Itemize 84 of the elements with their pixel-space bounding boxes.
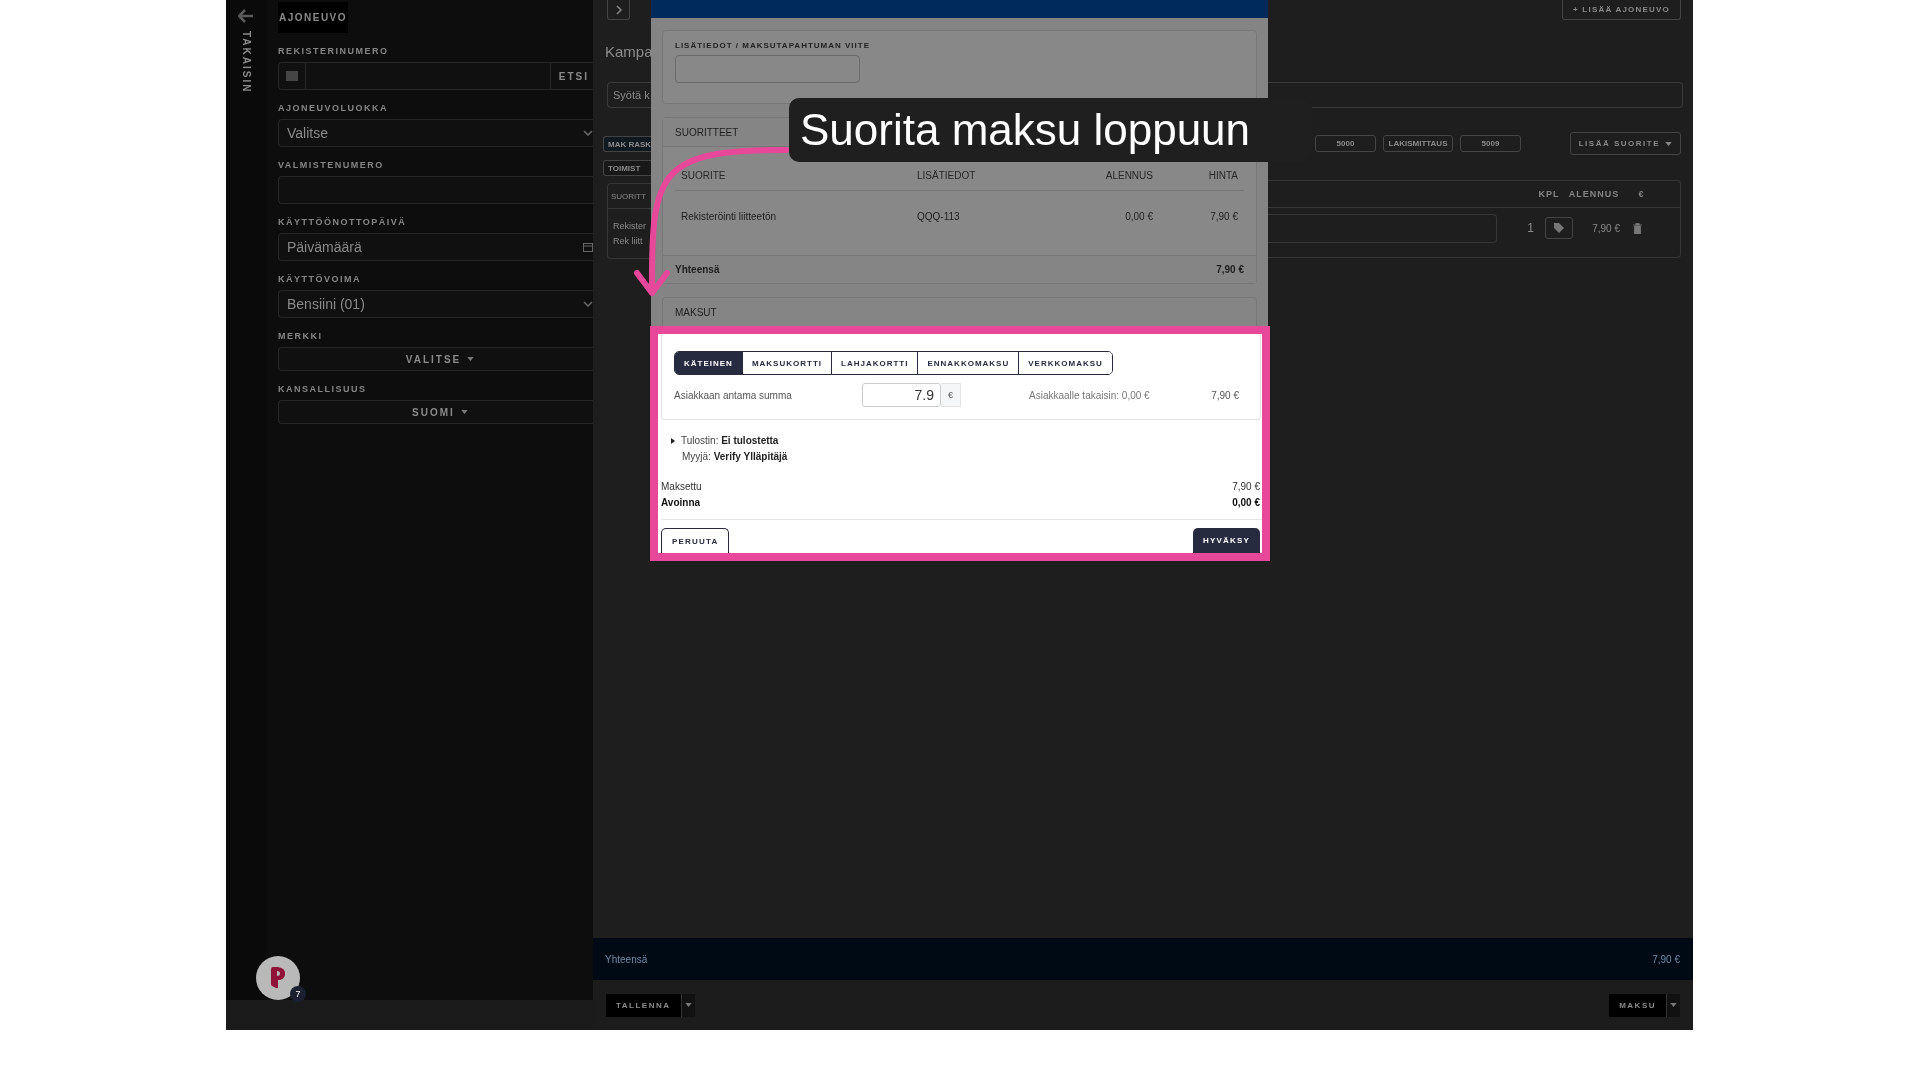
chevron-down-icon <box>583 301 593 307</box>
chevron-right-icon <box>615 4 622 15</box>
table-cell-text: QQQ-113 <box>916 210 961 222</box>
service-line: Rekister <box>612 220 647 233</box>
caret-down-icon <box>467 357 475 361</box>
printer-info: Tulostin: Ei tulostetta <box>681 434 779 448</box>
table-cell-text: 0,00 € <box>1124 210 1154 222</box>
total-amount: 7,90 € <box>1652 953 1680 965</box>
amount-label: Asiakkaan antama summa <box>674 389 793 401</box>
field-label: VALMISTENUMERO <box>278 160 385 171</box>
quick-button[interactable]: LAKISMITTAUS <box>1383 135 1453 152</box>
date-field[interactable]: Päivämäärä <box>278 233 593 261</box>
caret-down-icon <box>1670 1003 1677 1007</box>
select-field[interactable]: Bensiini (01) <box>278 290 593 318</box>
change-text: Asiakkaalle takaisin: 0,00 € <box>1029 389 1150 401</box>
column-header: € <box>1637 189 1646 199</box>
add-service-button[interactable]: LISÄÄ SUORITE <box>1569 132 1681 155</box>
section-button[interactable]: AJONEUVO <box>278 2 348 33</box>
line-total: 7,90 € <box>1211 389 1239 401</box>
dropdown-toggle[interactable] <box>1666 993 1680 1017</box>
column-header: LISÄTIEDOT <box>916 170 977 181</box>
quick-button[interactable]: 5000 <box>1315 135 1376 152</box>
input-field[interactable] <box>278 176 593 204</box>
total-label: Yhteensä <box>675 264 720 275</box>
field-label: AJONEUVOLUOKKA <box>278 103 389 114</box>
chevron-down-icon <box>583 130 593 136</box>
search-field[interactable] <box>1268 82 1683 108</box>
open-amount: 0,00 € <box>1232 496 1260 510</box>
amount-field[interactable]: 7.9 <box>862 383 941 407</box>
field-label: MERKKI <box>278 331 324 342</box>
column-header: ALENNUS <box>1567 189 1621 199</box>
field-label: KANSALLISUUS <box>278 384 368 395</box>
column-header: HINTA <box>1207 170 1239 181</box>
callout-box: Suorita maksu loppuun <box>789 98 1312 162</box>
caret-down-icon <box>460 410 468 414</box>
field-label: KÄYTTÖVOIMA <box>278 274 362 285</box>
cancel-button[interactable]: PERUUTA <box>661 528 730 553</box>
add-vehicle-button[interactable]: + LISÄÄ AJONEUVO <box>1562 0 1681 20</box>
save-button[interactable]: TALLENNA <box>606 993 681 1017</box>
service-name-field[interactable] <box>1268 213 1497 243</box>
currency-addon: € <box>941 383 961 407</box>
field-label: LISÄTIEDOT / MAKSUTAPAHTUMAN VIITE <box>675 41 872 51</box>
accept-button[interactable]: HYVÄKSY <box>1192 528 1260 553</box>
field-label: KÄYTTÖÖNOTTOPÄIVÄ <box>278 217 408 228</box>
open-label: Avoinna <box>661 496 701 510</box>
pay-button[interactable]: MAKSU <box>1609 993 1666 1017</box>
table-cell-text: Rekisteröinti liitteetön <box>680 210 778 222</box>
table-cell-text: 7,90 € <box>1209 210 1239 222</box>
trash-icon <box>1633 222 1642 234</box>
paid-label: Maksettu <box>661 480 702 494</box>
column-header: KPL <box>1537 189 1561 199</box>
discount-button[interactable] <box>1545 217 1573 239</box>
select-field[interactable]: Valitse <box>278 119 593 147</box>
service-line: Rek liitt <box>612 235 644 248</box>
field-label: REKISTERINUMERO <box>278 46 390 57</box>
barcode-icon <box>286 71 298 81</box>
logo-icon <box>269 967 287 989</box>
quick-button[interactable]: 5009 <box>1460 135 1521 152</box>
card-header: MAKSUT <box>662 297 1257 326</box>
quantity-cell-text: 1 <box>1526 221 1535 235</box>
registration-field[interactable]: ETSI <box>278 62 593 90</box>
payment-tab[interactable]: VERKKOMAKSU <box>1018 352 1112 374</box>
seller-info: Myyjä: Verify Ylläpitäjä <box>681 450 789 464</box>
column-header: SUORITE <box>680 170 727 181</box>
tag-icon <box>1553 222 1565 234</box>
page-heading: Kampa <box>604 42 651 62</box>
caret-down-icon <box>1665 141 1672 146</box>
reference-field[interactable] <box>675 55 860 83</box>
payment-tab[interactable]: KÄTEINEN <box>675 352 742 374</box>
column-header: ALENNUS <box>1104 170 1154 181</box>
back-arrow-icon <box>238 9 254 23</box>
total-amount: 7,90 € <box>1216 264 1244 275</box>
total-label: Yhteensä <box>605 953 648 965</box>
paid-amount: 7,90 € <box>1232 480 1260 494</box>
quick-button[interactable]: TOIMIST <box>603 160 651 176</box>
next-button[interactable] <box>607 0 630 20</box>
caret-down-icon <box>684 1003 692 1007</box>
dropdown-button[interactable]: VALITSE <box>278 347 593 371</box>
price-cell-text: 7,90 € <box>1591 222 1620 234</box>
back-label[interactable]: TAKAISIN <box>240 31 252 94</box>
dropdown-button[interactable]: SUOMI <box>278 400 593 424</box>
quick-button[interactable]: MAK RASK <box>603 136 651 152</box>
caret-right-icon <box>671 438 675 444</box>
calendar-icon <box>583 242 593 252</box>
